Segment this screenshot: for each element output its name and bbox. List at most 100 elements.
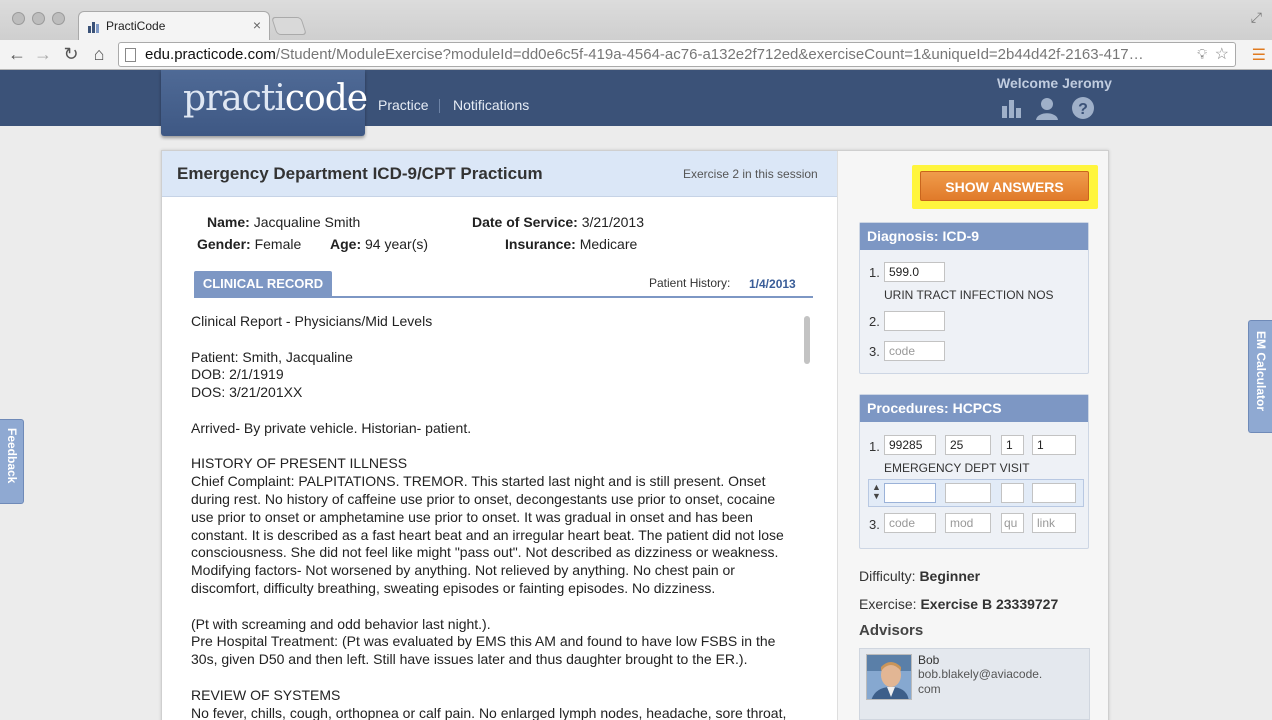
patient-insurance: Insurance: Medicare <box>505 236 637 252</box>
welcome-text: Welcome Jeromy <box>997 75 1112 91</box>
patient-insurance-value: Medicare <box>579 236 638 252</box>
patient-dos-value: 3/21/2013 <box>581 214 645 230</box>
fullscreen-icon[interactable]: ⤢ <box>1251 9 1262 26</box>
new-tab-button[interactable] <box>271 17 307 35</box>
patient-history-label: Patient History: <box>649 276 731 290</box>
diagnosis-row-3-number: 3. <box>869 344 880 359</box>
exercise-count: Exercise 2 in this session <box>683 167 818 181</box>
patient-name-value: Jacqualine Smith <box>253 214 361 230</box>
procedure-link-1-input[interactable] <box>1032 435 1076 455</box>
procedure-row-3-number: 3. <box>869 517 880 532</box>
patient-name-label: Name: <box>207 214 250 230</box>
advisors-heading: Advisors <box>859 622 924 639</box>
record-scrollbar-thumb[interactable] <box>804 316 810 364</box>
avatar <box>866 654 912 700</box>
exercise-label: Exercise: <box>859 596 917 612</box>
record-gap <box>191 438 799 456</box>
diagnosis-code-2-input[interactable] <box>884 311 945 331</box>
tab-close-icon[interactable]: × <box>253 17 261 33</box>
browser-menu-icon[interactable]: ☰ <box>1252 45 1266 65</box>
zoom-window-icon[interactable] <box>52 12 65 25</box>
record-gap <box>191 331 799 349</box>
nav-notifications[interactable]: Notifications <box>453 97 529 113</box>
procedure-qty-3-input[interactable] <box>1001 513 1024 533</box>
practicode-logo[interactable]: practicode <box>161 70 368 136</box>
svg-text:?: ? <box>1078 101 1088 118</box>
diagnosis-description-1: URIN TRACT INFECTION NOS <box>884 288 1054 302</box>
profile-icon[interactable] <box>1035 96 1059 120</box>
browser-tab-bar: PractiCode × ⤢ <box>0 0 1272 40</box>
exercise-title: Emergency Department ICD-9/CPT Practicum <box>177 164 543 183</box>
record-line: Clinical Report - Physicians/Mid Levels <box>191 313 433 329</box>
home-icon[interactable]: ⌂ <box>88 43 110 65</box>
record-gap <box>191 669 799 687</box>
clinical-record-text: Clinical Report - Physicians/Mid Levels P… <box>191 313 799 720</box>
patient-dos-label: Date of Service: <box>472 214 578 230</box>
procedures-header: Procedures: HCPCS <box>860 395 1088 422</box>
patient-age: Age: 94 year(s) <box>330 236 428 252</box>
minimize-window-icon[interactable] <box>32 12 45 25</box>
procedure-link-2-input[interactable] <box>1032 483 1076 503</box>
patient-age-label: Age: <box>330 236 362 252</box>
feedback-tab[interactable]: Feedback <box>0 419 24 504</box>
record-line: Patient: Smith, Jacqualine <box>191 348 353 365</box>
back-icon[interactable]: ← <box>6 43 28 65</box>
procedure-code-3-input[interactable] <box>884 513 936 533</box>
procedure-mod-2-input[interactable] <box>945 483 991 503</box>
address-bar[interactable]: edu.practicode.com/Student/ModuleExercis… <box>118 42 1236 67</box>
procedure-qty-2-input[interactable] <box>1001 483 1024 503</box>
feedback-tab-label: Feedback <box>5 428 19 484</box>
procedure-mod-3-input[interactable] <box>945 513 991 533</box>
practicode-favicon-icon <box>88 22 99 33</box>
patient-gender: Gender: Female <box>197 236 301 252</box>
advisor-name: Bob <box>918 653 940 667</box>
bookmark-star-icon[interactable]: ☆ <box>1215 43 1229 66</box>
record-line: Pre Hospital Treatment: (Pt was evaluate… <box>191 633 780 668</box>
difficulty-value: Beginner <box>919 568 981 584</box>
procedure-qty-1-input[interactable] <box>1001 435 1024 455</box>
patient-history-date[interactable]: 1/4/2013 <box>749 277 796 291</box>
diagnosis-code-1-input[interactable] <box>884 262 945 282</box>
record-line: DOB: 2/1/1919 <box>191 366 284 383</box>
record-line: DOS: 3/21/201XX <box>191 384 303 401</box>
help-icon[interactable]: ? <box>1071 96 1095 120</box>
reload-icon[interactable]: ↻ <box>60 43 82 65</box>
em-calculator-tab[interactable]: EM Calculator <box>1248 320 1272 433</box>
diagnosis-row-1-number: 1. <box>869 265 880 280</box>
diagnosis-row-2-number: 2. <box>869 314 880 329</box>
procedure-mod-1-input[interactable] <box>945 435 991 455</box>
advisor-photo-icon <box>867 655 911 699</box>
record-line: Arrived- By private vehicle. Historian- … <box>191 419 472 436</box>
logo-text-b: code <box>284 78 368 119</box>
patient-gender-label: Gender: <box>197 236 251 252</box>
clinical-record-rule <box>194 296 813 298</box>
procedure-link-3-input[interactable] <box>1032 513 1076 533</box>
column-divider <box>837 151 838 720</box>
record-line: (Pt with screaming and odd behavior last… <box>191 615 491 632</box>
nav-practice[interactable]: Practice <box>378 97 429 113</box>
tab-clinical-record[interactable]: CLINICAL RECORD <box>194 271 332 297</box>
logo-text: practicode <box>183 78 368 119</box>
patient-insurance-label: Insurance: <box>505 236 576 252</box>
exercise-value: Exercise B 23339727 <box>920 596 1059 612</box>
diagnosis-code-3-input[interactable] <box>884 341 945 361</box>
difficulty: Difficulty: Beginner <box>859 568 980 584</box>
stats-icon[interactable] <box>1000 96 1024 120</box>
reorder-arrows-icon[interactable]: ▲ ▼ <box>872 483 882 501</box>
forward-icon[interactable]: → <box>32 43 54 65</box>
url-text: edu.practicode.com/Student/ModuleExercis… <box>145 43 1144 66</box>
advisor-email[interactable]: bob.blakely@aviacode.com <box>918 667 1048 697</box>
patient-name: Name: Jacqualine Smith <box>207 214 360 230</box>
lightbulb-icon[interactable]: 💡︎ <box>1197 43 1207 66</box>
record-scrollbar[interactable] <box>802 314 810 720</box>
procedure-row-1-number: 1. <box>869 439 880 454</box>
exercise-id: Exercise: Exercise B 23339727 <box>859 596 1058 612</box>
procedure-description-1: EMERGENCY DEPT VISIT <box>884 461 1030 475</box>
procedure-code-1-input[interactable] <box>884 435 936 455</box>
close-window-icon[interactable] <box>12 12 25 25</box>
nav-divider <box>439 99 440 113</box>
show-answers-button[interactable]: SHOW ANSWERS <box>920 171 1089 201</box>
procedure-code-2-input[interactable] <box>884 483 936 503</box>
browser-tab[interactable]: PractiCode × <box>78 11 270 40</box>
record-gap <box>191 402 799 420</box>
